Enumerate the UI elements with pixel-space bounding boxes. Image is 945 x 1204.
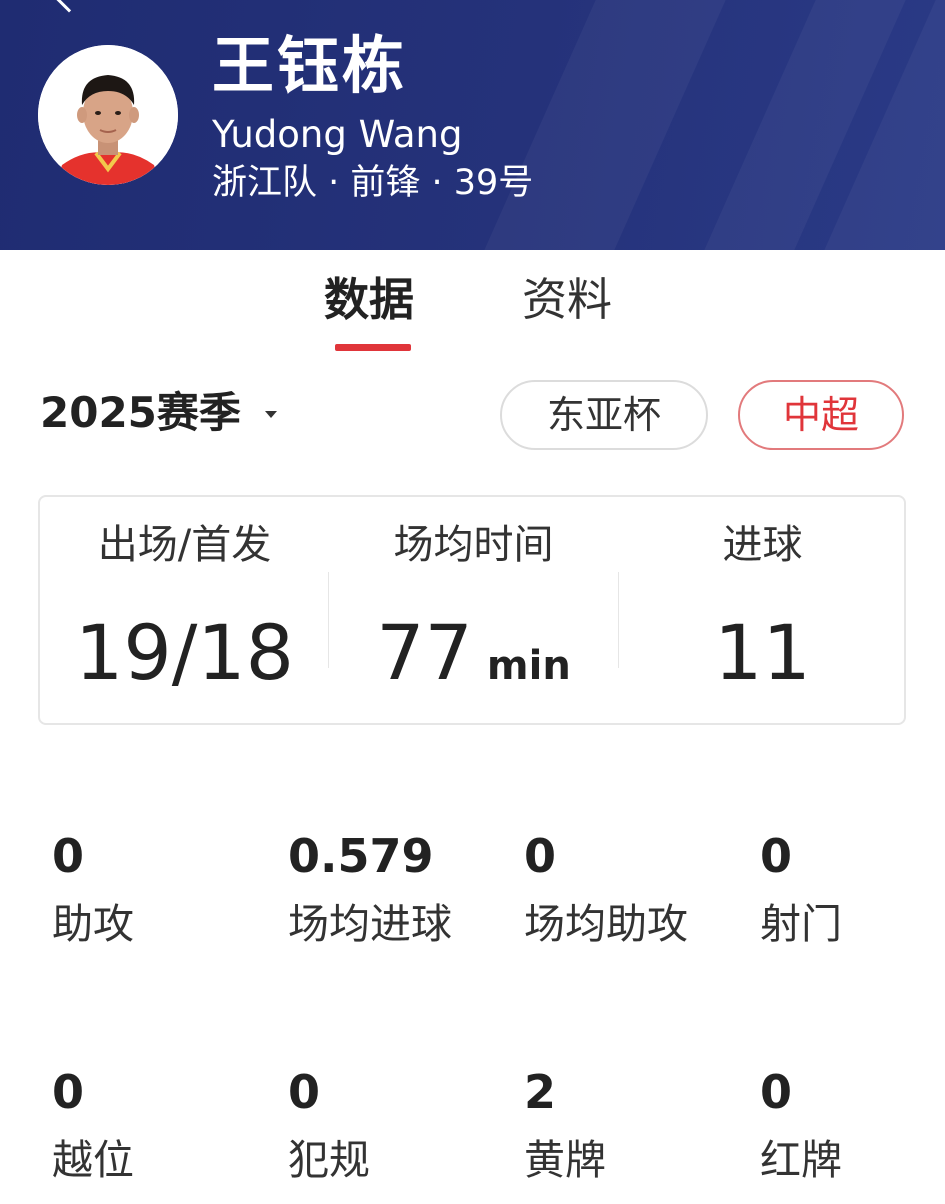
stat-yellow-cards: 2 黄牌 — [524, 1064, 744, 1188]
player-english-name: Yudong Wang — [212, 113, 463, 156]
player-avatar — [38, 45, 178, 185]
stat-label: 场均进球 — [288, 900, 452, 948]
tab-data[interactable]: 数据 — [324, 272, 414, 328]
season-selector[interactable]: 2025赛季 — [40, 385, 241, 441]
summary-card: 出场/首发 19/18 场均时间 77 min 进球 11 — [38, 495, 906, 725]
summary-appearances: 出场/首发 19/18 — [40, 497, 329, 727]
summary-value: 19/18 — [74, 608, 295, 697]
caret-down-icon[interactable] — [265, 411, 277, 418]
summary-value: 77 — [376, 608, 473, 697]
stat-label: 射门 — [760, 900, 842, 948]
summary-goals: 进球 11 — [618, 497, 907, 727]
stat-offsides: 0 越位 — [52, 1064, 272, 1188]
summary-value: 11 — [714, 608, 811, 697]
stat-value: 0 — [52, 1065, 85, 1119]
stat-value: 2 — [524, 1065, 557, 1119]
summary-label: 场均时间 — [393, 522, 554, 568]
summary-label: 出场/首发 — [97, 522, 272, 568]
summary-label: 进球 — [722, 522, 803, 568]
stat-label: 场均助攻 — [524, 900, 688, 948]
stat-value: 0 — [52, 829, 85, 883]
stat-red-cards: 0 红牌 — [760, 1064, 945, 1188]
summary-avg-minutes: 场均时间 77 min — [329, 497, 618, 727]
back-arrow-icon[interactable] — [53, 0, 85, 13]
competition-filter-csl[interactable]: 中超 — [738, 380, 904, 450]
stat-label: 越位 — [52, 1136, 134, 1184]
stat-label: 红牌 — [760, 1136, 842, 1184]
stat-value: 0 — [524, 829, 557, 883]
player-team-position-number: 浙江队 · 前锋 · 39号 — [212, 163, 534, 203]
player-name: 王钰栋 — [212, 29, 408, 102]
tab-bar: 数据 资料 — [0, 262, 945, 352]
summary-unit: min — [486, 643, 571, 689]
stat-assists: 0 助攻 — [52, 828, 272, 952]
stat-label: 黄牌 — [524, 1136, 606, 1184]
stat-fouls: 0 犯规 — [288, 1064, 508, 1188]
stat-value: 0.579 — [288, 829, 434, 883]
stat-shots: 0 射门 — [760, 828, 945, 952]
player-header: 王钰栋 Yudong Wang 浙江队 · 前锋 · 39号 — [0, 0, 945, 250]
stat-value: 0 — [760, 829, 793, 883]
stat-value: 0 — [760, 1065, 793, 1119]
tab-profile[interactable]: 资料 — [522, 272, 612, 328]
active-tab-indicator — [335, 344, 411, 351]
stat-value: 0 — [288, 1065, 321, 1119]
stat-label: 助攻 — [52, 900, 134, 948]
competition-filter-east-asian-cup[interactable]: 东亚杯 — [500, 380, 708, 450]
stat-label: 犯规 — [288, 1136, 370, 1184]
stat-assists-per-game: 0 场均助攻 — [524, 828, 744, 952]
stat-goals-per-game: 0.579 场均进球 — [288, 828, 508, 952]
